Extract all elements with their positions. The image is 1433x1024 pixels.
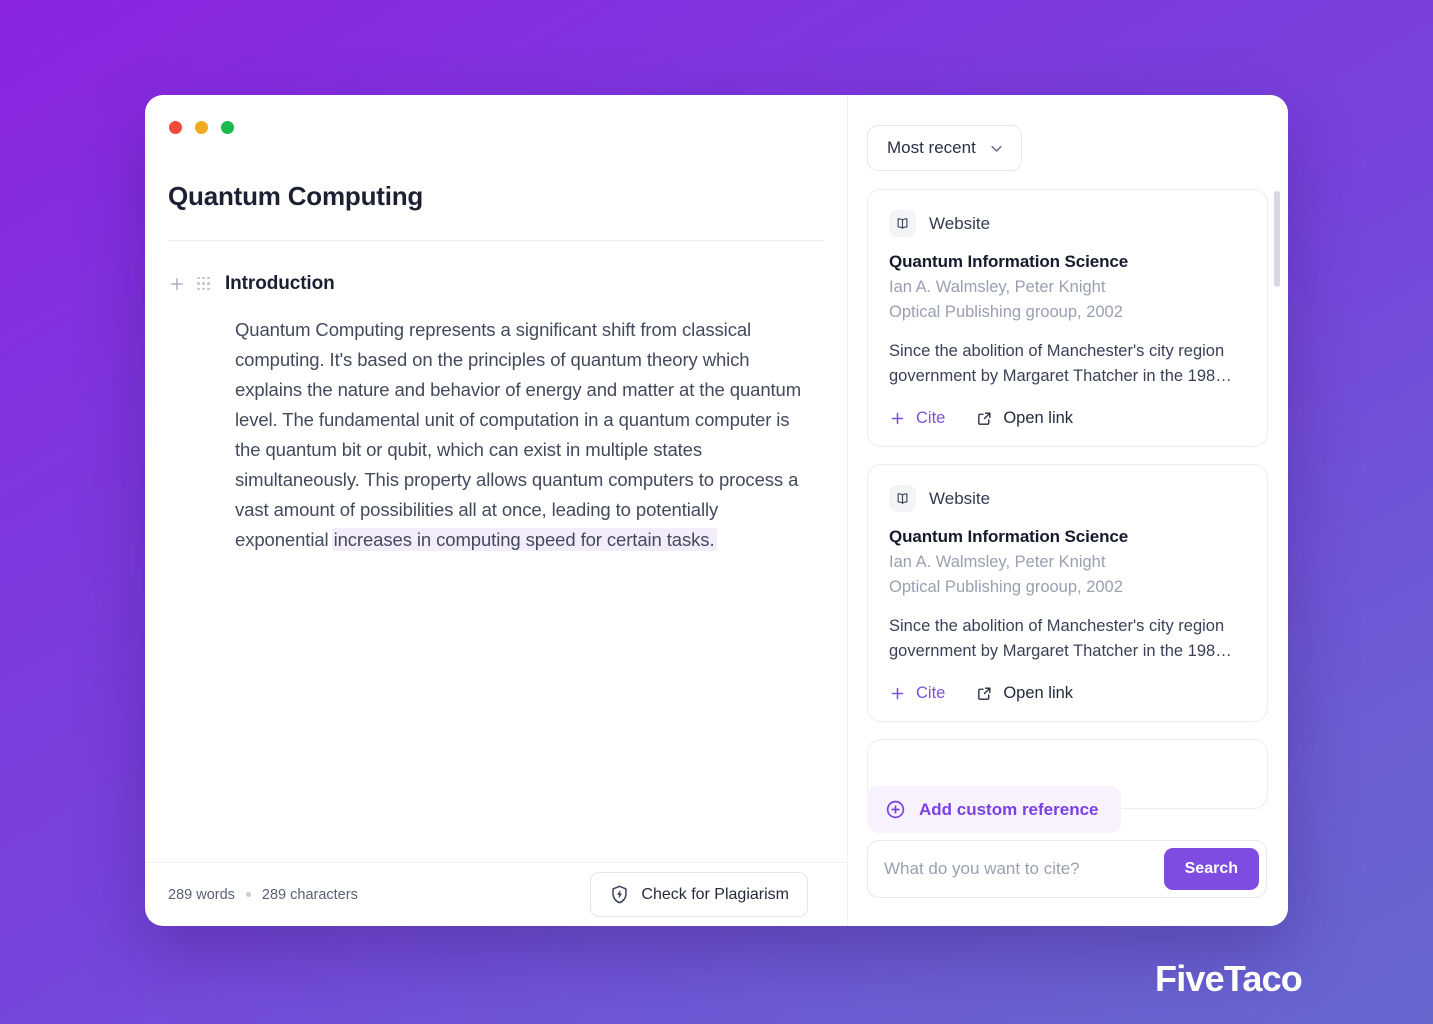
add-custom-reference-label: Add custom reference: [919, 799, 1099, 819]
reference-type-label: Website: [929, 213, 991, 233]
sort-dropdown[interactable]: Most recent: [867, 125, 1022, 171]
reference-snippet: Since the abolition of Manchester's city…: [889, 342, 1232, 385]
external-link-icon: [978, 687, 991, 700]
paragraph-plain-text: Quantum Computing represents a significa…: [235, 319, 802, 550]
plus-icon: [891, 687, 904, 700]
chevron-down-icon: [991, 145, 1002, 152]
reference-card[interactable]: Website Quantum Information Science Ian …: [867, 189, 1268, 447]
cite-button[interactable]: Cite: [889, 684, 945, 703]
traffic-lights: [145, 95, 847, 134]
character-count: 289 characters: [261, 886, 358, 903]
plus-icon[interactable]: [168, 275, 186, 293]
document-paragraph[interactable]: Quantum Computing represents a significa…: [235, 315, 815, 555]
plus-circle-icon: [886, 800, 905, 819]
open-book-icon: [889, 210, 916, 237]
brand-logo: FiveTaco: [1155, 958, 1303, 999]
close-window-button[interactable]: [169, 121, 182, 134]
open-link-button[interactable]: Open link: [976, 684, 1073, 703]
check-plagiarism-button[interactable]: Check for Plagiarism: [590, 872, 808, 917]
open-link-label: Open link: [1003, 409, 1074, 427]
reference-authors: Ian A. Walmsley, Peter Knight: [889, 278, 1106, 296]
reference-publisher: Optical Publishing grooup, 2002: [889, 303, 1123, 321]
reference-type-row: Website: [889, 210, 1246, 237]
title-divider: [168, 240, 824, 241]
word-stats: 289 words 289 characters: [168, 887, 358, 903]
add-custom-reference-button[interactable]: Add custom reference: [867, 786, 1121, 833]
section-heading: Introduction: [225, 273, 335, 294]
shield-bolt-icon: [612, 885, 628, 904]
minimize-window-button[interactable]: [195, 121, 208, 134]
reference-authors: Ian A. Walmsley, Peter Knight: [889, 553, 1106, 571]
external-link-icon: [978, 412, 991, 425]
open-link-label: Open link: [1003, 684, 1074, 702]
reference-title: Quantum Information Science: [889, 252, 1129, 271]
page-title: Quantum Computing: [168, 181, 424, 211]
open-book-icon: [889, 485, 916, 512]
search-button[interactable]: Search: [1163, 848, 1259, 890]
app-window: Quantum Computing Introduction Quantum C…: [145, 95, 1288, 926]
highlighted-citation-text[interactable]: increases in computing speed for certain…: [331, 528, 717, 551]
reference-publisher: Optical Publishing grooup, 2002: [889, 578, 1123, 596]
plus-icon: [891, 412, 904, 425]
vertical-scrollbar[interactable]: [1274, 191, 1280, 891]
section-header-row: Introduction: [168, 273, 847, 295]
cite-search-input[interactable]: [884, 859, 1164, 879]
cite-label: Cite: [916, 409, 946, 427]
cite-search-bar: Search: [867, 840, 1267, 898]
reference-snippet: Since the abolition of Manchester's city…: [889, 617, 1232, 660]
word-count: 289 words: [168, 886, 235, 903]
drag-handle-icon[interactable]: [197, 276, 210, 292]
sort-dropdown-value: Most recent: [887, 138, 976, 157]
cite-label: Cite: [916, 684, 946, 702]
maximize-window-button[interactable]: [221, 121, 234, 134]
reference-type-row: Website: [889, 485, 1246, 512]
editor-pane: Quantum Computing Introduction Quantum C…: [145, 95, 848, 926]
reference-title: Quantum Information Science: [889, 527, 1129, 546]
reference-actions: Cite Open link: [889, 409, 1246, 428]
reference-card[interactable]: Website Quantum Information Science Ian …: [867, 464, 1268, 722]
reference-type-label: Website: [929, 488, 991, 508]
check-plagiarism-label: Check for Plagiarism: [641, 885, 789, 903]
stats-separator: [245, 892, 251, 897]
editor-footer: 289 words 289 characters Check for Plagi…: [145, 862, 847, 926]
scrollbar-thumb[interactable]: [1274, 191, 1280, 287]
cite-button[interactable]: Cite: [889, 409, 945, 428]
open-link-button[interactable]: Open link: [976, 409, 1073, 428]
references-pane: Most recent Website Quantum Information …: [848, 95, 1288, 926]
reference-actions: Cite Open link: [889, 684, 1246, 703]
